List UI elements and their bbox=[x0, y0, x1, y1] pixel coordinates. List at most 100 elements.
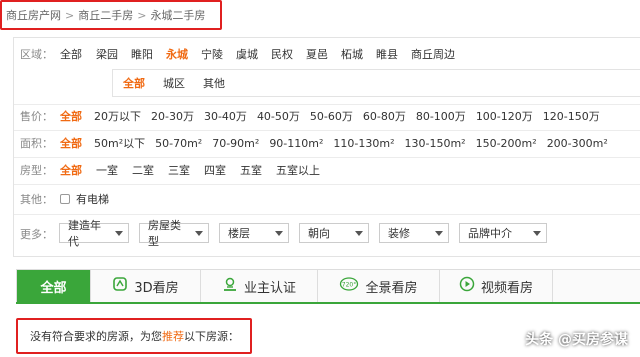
tab-all[interactable]: 全部 bbox=[17, 270, 91, 302]
notice-text-suffix: 以下房源： bbox=[184, 330, 239, 343]
rooms-option[interactable]: 三室 bbox=[168, 162, 190, 178]
rooms-option[interactable]: 二室 bbox=[132, 162, 154, 178]
area-option[interactable]: 50-70m² bbox=[155, 137, 202, 150]
district-option[interactable]: 柘城 bbox=[341, 46, 363, 62]
decoration-select[interactable]: 装修 bbox=[379, 223, 449, 243]
filter-row-area: 面积： 全部 50m²以下 50-70m² 70-90m² 90-110m² 1… bbox=[14, 132, 620, 154]
price-option[interactable]: 30-40万 bbox=[204, 108, 247, 124]
tab-label: 全部 bbox=[40, 280, 67, 296]
district-option[interactable]: 夏邑 bbox=[306, 46, 328, 62]
watermark: 头条 @买房参谋 bbox=[525, 332, 628, 348]
area-option[interactable]: 50m²以下 bbox=[94, 135, 145, 151]
chevron-down-icon bbox=[355, 230, 363, 236]
district-option[interactable]: 睢县 bbox=[376, 46, 398, 62]
area-option[interactable]: 200-300m² bbox=[547, 137, 608, 150]
district-option[interactable]: 虞城 bbox=[236, 46, 258, 62]
subdistrict-panel: 全部 城区 其他 bbox=[112, 69, 640, 97]
breadcrumb-separator: > bbox=[137, 8, 147, 22]
3d-cube-icon bbox=[112, 276, 128, 296]
row-divider bbox=[14, 130, 640, 131]
select-label: 品牌中介 bbox=[468, 227, 512, 240]
panorama-720-icon: 720° bbox=[339, 276, 359, 296]
tab-3d-view[interactable]: 3D看房 bbox=[91, 270, 201, 302]
owner-verified-icon bbox=[222, 276, 238, 296]
listing-tabs: 全部 3D看房 业主认证 720° 全景看房 视频看房 bbox=[16, 269, 640, 303]
filter-row-other: 其他： 有电梯 bbox=[14, 188, 109, 210]
breadcrumb-link-shangqiu-secondhand[interactable]: 商丘二手房 bbox=[78, 7, 133, 23]
tab-owner-verified[interactable]: 业主认证 bbox=[201, 270, 318, 302]
orientation-select[interactable]: 朝向 bbox=[299, 223, 369, 243]
play-icon bbox=[459, 276, 475, 296]
breadcrumb-current-yongcheng: 永城二手房 bbox=[150, 9, 206, 22]
tab-label: 业主认证 bbox=[243, 280, 296, 296]
price-option[interactable]: 100-120万 bbox=[476, 108, 533, 124]
district-option[interactable]: 商丘周边 bbox=[411, 46, 455, 62]
row-divider bbox=[14, 214, 640, 215]
breadcrumb-link-shangqiu-property[interactable]: 商丘房产网 bbox=[6, 7, 61, 23]
elevator-checkbox-label[interactable]: 有电梯 bbox=[76, 191, 109, 207]
area-option[interactable]: 70-90m² bbox=[212, 137, 259, 150]
filter-label-area: 面积： bbox=[20, 137, 53, 150]
filter-label-rooms: 房型： bbox=[20, 164, 53, 177]
svg-text:720°: 720° bbox=[342, 282, 356, 289]
tab-label: 视频看房 bbox=[480, 280, 533, 296]
filter-label-more: 更多： bbox=[20, 228, 53, 241]
rooms-option[interactable]: 五室以上 bbox=[276, 162, 320, 178]
area-option[interactable]: 130-150m² bbox=[405, 137, 466, 150]
area-option-active[interactable]: 全部 bbox=[60, 135, 82, 151]
filter-row-price: 售价： 全部 20万以下 20-30万 30-40万 40-50万 50-60万… bbox=[14, 105, 612, 127]
district-option[interactable]: 睢阳 bbox=[131, 46, 153, 62]
filter-label-other: 其他： bbox=[20, 193, 53, 206]
tab-label: 3D看房 bbox=[134, 280, 179, 296]
tabs-underline bbox=[16, 302, 640, 304]
price-option[interactable]: 80-100万 bbox=[416, 108, 466, 124]
tab-label: 全景看房 bbox=[365, 280, 418, 296]
subdistrict-option[interactable]: 其他 bbox=[203, 75, 225, 91]
area-option[interactable]: 150-200m² bbox=[476, 137, 537, 150]
price-option[interactable]: 50-60万 bbox=[310, 108, 353, 124]
district-option[interactable]: 梁园 bbox=[96, 46, 118, 62]
filter-row-more: 更多： bbox=[14, 223, 60, 245]
rooms-option[interactable]: 五室 bbox=[240, 162, 262, 178]
breadcrumb: 商丘房产网 > 商丘二手房 > 永城二手房 bbox=[0, 0, 222, 30]
price-option-active[interactable]: 全部 bbox=[60, 108, 82, 124]
price-option[interactable]: 120-150万 bbox=[543, 108, 600, 124]
chevron-down-icon bbox=[533, 230, 541, 236]
house-type-select[interactable]: 房屋类型 bbox=[139, 219, 209, 248]
price-option[interactable]: 20万以下 bbox=[94, 108, 141, 124]
district-option[interactable]: 宁陵 bbox=[201, 46, 223, 62]
district-option[interactable]: 民权 bbox=[271, 46, 293, 62]
select-label: 朝向 bbox=[308, 227, 330, 240]
row-divider bbox=[14, 184, 640, 185]
filter-row-rooms: 房型： 全部 一室 二室 三室 四室 五室 五室以上 bbox=[14, 159, 332, 181]
row-divider bbox=[14, 157, 640, 158]
district-option-active[interactable]: 永城 bbox=[166, 46, 188, 62]
notice-text: 没有符合要求的房源，为您 bbox=[30, 330, 162, 343]
floor-select[interactable]: 楼层 bbox=[219, 223, 289, 243]
area-option[interactable]: 110-130m² bbox=[333, 137, 394, 150]
rooms-option[interactable]: 四室 bbox=[204, 162, 226, 178]
select-label: 房屋类型 bbox=[148, 219, 181, 248]
select-label: 楼层 bbox=[228, 227, 250, 240]
tab-video-view[interactable]: 视频看房 bbox=[440, 270, 553, 302]
filter-label-district: 区域： bbox=[20, 48, 53, 61]
rooms-option-active[interactable]: 全部 bbox=[60, 162, 82, 178]
rooms-option[interactable]: 一室 bbox=[96, 162, 118, 178]
build-year-select[interactable]: 建造年代 bbox=[59, 219, 129, 248]
subdistrict-option[interactable]: 城区 bbox=[163, 75, 185, 91]
chevron-down-icon bbox=[275, 230, 283, 236]
area-option[interactable]: 90-110m² bbox=[269, 137, 323, 150]
elevator-checkbox[interactable] bbox=[60, 194, 70, 204]
filter-label-price: 售价： bbox=[20, 110, 53, 123]
tab-panorama-view[interactable]: 720° 全景看房 bbox=[318, 270, 440, 302]
agency-brand-select[interactable]: 品牌中介 bbox=[459, 223, 547, 243]
chevron-down-icon bbox=[195, 230, 203, 236]
subdistrict-option-active[interactable]: 全部 bbox=[123, 75, 145, 91]
price-option[interactable]: 60-80万 bbox=[363, 108, 406, 124]
price-option[interactable]: 20-30万 bbox=[151, 108, 194, 124]
no-results-notice: 没有符合要求的房源，为您 推荐 以下房源： bbox=[16, 318, 252, 354]
district-option[interactable]: 全部 bbox=[60, 46, 82, 62]
filter-row-district: 区域： 全部 梁园 睢阳 永城 宁陵 虞城 民权 夏邑 柘城 睢县 商丘周边 bbox=[14, 43, 467, 65]
price-option[interactable]: 40-50万 bbox=[257, 108, 300, 124]
select-label: 装修 bbox=[388, 227, 410, 240]
